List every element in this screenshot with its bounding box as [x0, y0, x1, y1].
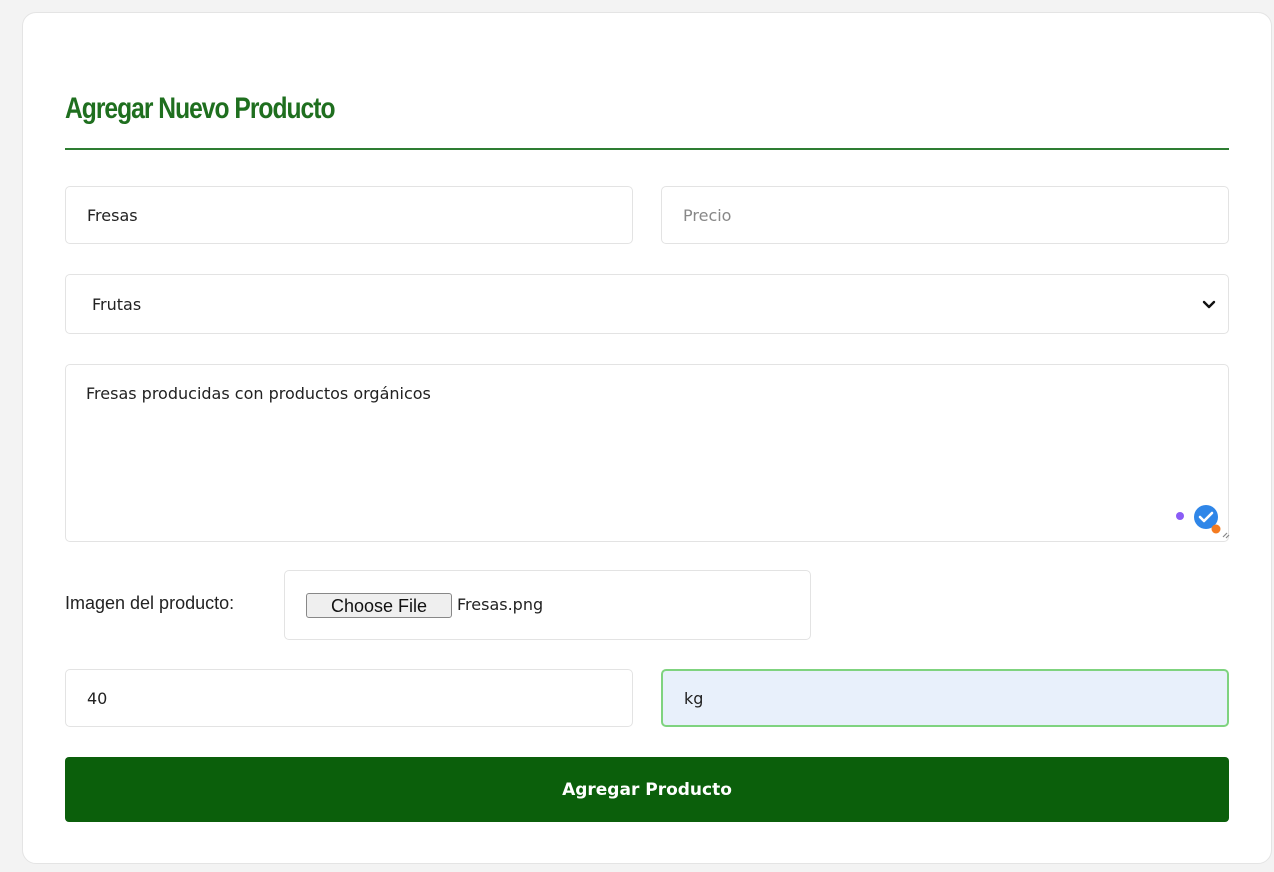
selected-file-name: Fresas.png — [457, 595, 544, 614]
page-title: Agregar Nuevo Producto — [65, 92, 335, 125]
unit-input[interactable] — [661, 669, 1229, 727]
price-input[interactable] — [661, 186, 1229, 244]
product-name-input[interactable] — [65, 186, 633, 244]
file-input[interactable]: Choose File Fresas.png — [284, 570, 811, 640]
description-textarea[interactable]: Fresas producidas con productos orgánico… — [65, 364, 1229, 542]
add-product-button[interactable]: Agregar Producto — [65, 757, 1229, 822]
category-selected-value: Frutas — [92, 295, 142, 314]
title-divider — [65, 148, 1229, 150]
grammar-checker-icon[interactable] — [1174, 504, 1234, 544]
category-select[interactable]: Frutas — [65, 274, 1229, 334]
quantity-input[interactable] — [65, 669, 633, 727]
image-label: Imagen del producto: — [65, 593, 235, 613]
choose-file-button[interactable]: Choose File — [306, 593, 452, 618]
chevron-down-icon — [1202, 300, 1216, 309]
